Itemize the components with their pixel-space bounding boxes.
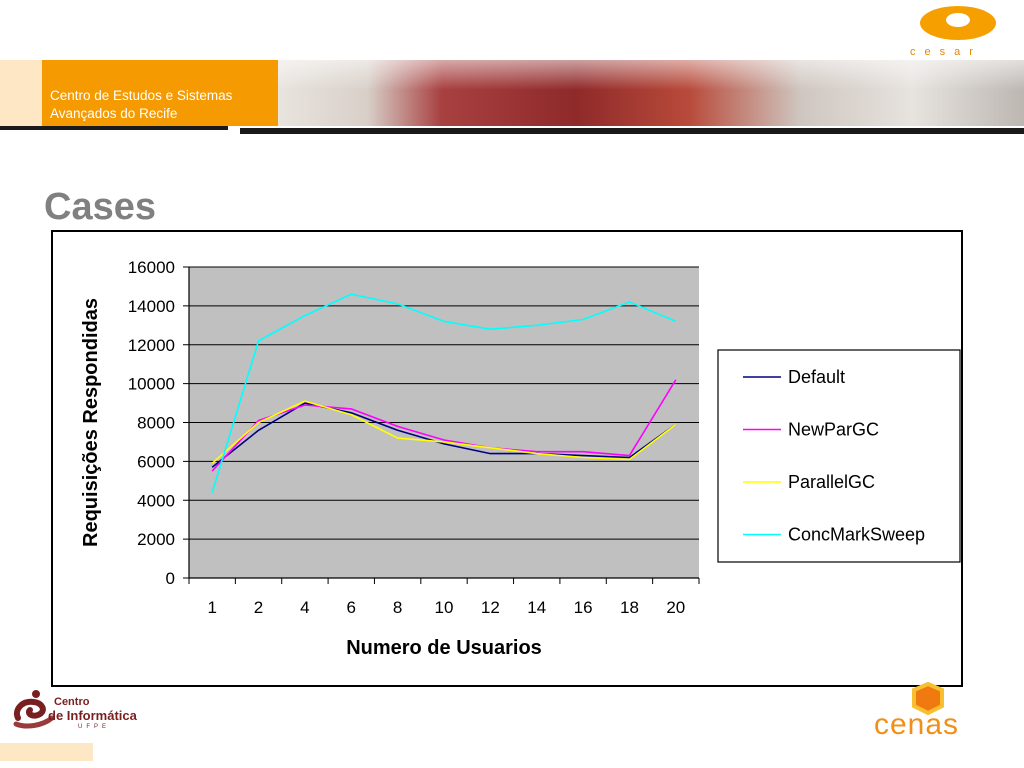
x-tick-label: 6 (347, 598, 356, 617)
legend-label-parallelgc: ParallelGC (788, 472, 875, 492)
legend-label-default: Default (788, 367, 845, 387)
y-tick-label: 14000 (128, 297, 175, 316)
y-tick-label: 10000 (128, 375, 175, 394)
organization-name-line1: Centro de Estudos e Sistemas (50, 88, 233, 103)
cenas-logo-text: cenas (874, 708, 960, 741)
cin-logo-text-line3: UFPE (78, 724, 111, 730)
footer-strip (0, 743, 93, 761)
cin-logo-text-line2: de Informática (48, 708, 137, 723)
y-tick-label: 4000 (137, 491, 175, 510)
cin-ufpe-logo: Centro de Informática UFPE (12, 686, 152, 734)
cesar-logo: cesar (900, 4, 1010, 60)
banner-photo-highlight (278, 60, 1024, 90)
y-tick-label: 2000 (137, 530, 175, 549)
cenas-logo: cenas (870, 682, 990, 742)
banner-divider-right (240, 128, 1024, 134)
header-banner: Centro de Estudos e Sistemas Avançados d… (0, 60, 1024, 126)
y-axis-title: Requisições Respondidas (80, 298, 102, 547)
x-tick-label: 8 (393, 598, 402, 617)
x-tick-labels: 1 2 4 6 8 10 12 14 16 18 20 (207, 598, 685, 617)
x-tick-label: 2 (254, 598, 263, 617)
chart-frame: 0 2000 4000 6000 8000 10000 12000 14000 16000 12… (51, 230, 963, 687)
line-chart: 0200040006000800010000120001400016000 12… (80, 258, 961, 659)
organization-name: Centro de Estudos e Sistemas Avançados d… (50, 87, 275, 123)
banner-left-strip (0, 60, 42, 126)
x-tick-label: 10 (435, 598, 454, 617)
x-tick-label: 12 (481, 598, 500, 617)
y-tick-labels: 0 2000 4000 6000 8000 10000 12000 14000 16000 (128, 258, 175, 588)
legend-label-newpargc: NewParGC (788, 420, 879, 440)
y-tick-label: 16000 (128, 258, 175, 277)
chart-legend: Default NewParGC ParallelGC ConcMarkSweep (717, 349, 961, 563)
x-tick-label: 20 (666, 598, 685, 617)
y-tick-label: 0 (166, 569, 175, 588)
y-tick-label: 12000 (128, 336, 175, 355)
legend-label-concmarksweep: ConcMarkSweep (788, 525, 925, 545)
cin-logo-text-line1: Centro (54, 696, 90, 708)
slide-title: Cases (44, 186, 156, 228)
x-tick-label: 14 (527, 598, 546, 617)
cesar-logo-text: cesar (910, 46, 982, 58)
x-tick-label: 16 (574, 598, 593, 617)
x-tick-label: 4 (300, 598, 309, 617)
x-axis-title: Numero de Usuarios (346, 637, 542, 659)
y-tick-label: 6000 (137, 452, 175, 471)
x-tick-label: 1 (207, 598, 216, 617)
organization-name-line2: Avançados do Recife (50, 106, 178, 121)
banner-divider-left (0, 126, 228, 130)
cesar-logo-icon (920, 6, 996, 40)
y-tick-label: 8000 (137, 414, 175, 433)
x-tick-label: 18 (620, 598, 639, 617)
